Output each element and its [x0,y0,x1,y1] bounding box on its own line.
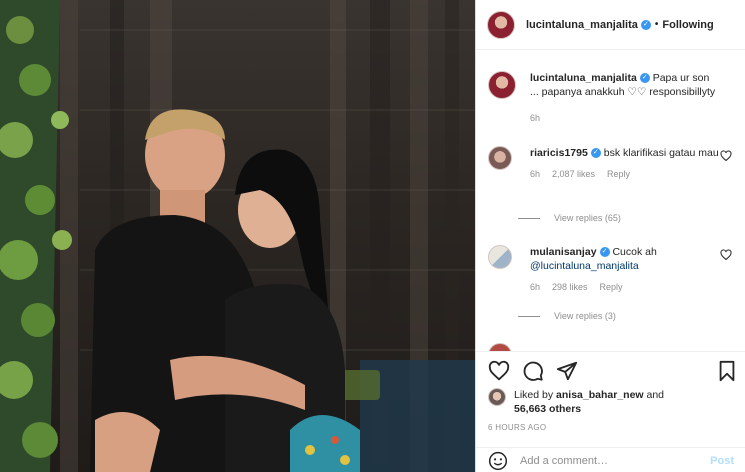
comment-like-heart-icon[interactable] [720,249,732,261]
view-replies-label: View replies (3) [554,311,616,321]
comment-item: mulanisanjay ✓ Cucok ah @lucintaluna_manj… [488,245,738,294]
liked-by-username[interactable]: anisa_bahar_new [556,389,644,401]
author-avatar[interactable] [487,10,515,39]
post-header: lucintaluna_manjalita ✓ • Following [476,0,745,50]
verified-badge-icon: ✓ [599,247,610,258]
comment-username[interactable]: riaricis1795 [530,147,588,159]
post-timestamp[interactable]: 6 HOURS AGO [488,423,546,432]
caption-avatar[interactable] [488,71,516,99]
verified-badge-icon: ✓ [639,73,650,84]
photo-illustration [0,0,475,472]
view-replies-button[interactable]: View replies (3) [518,311,616,321]
comment-text: bsk klarifikasi gatau mau [603,147,719,159]
caption: lucintaluna_manjalita ✓ Papa ur son ... p… [488,71,738,125]
view-replies-label: View replies (65) [554,213,621,223]
emoji-icon[interactable] [488,451,508,471]
replies-divider [518,217,540,219]
liked-by-prefix: Liked by [514,389,554,401]
post-side-panel: lucintaluna_manjalita ✓ • Following luci… [475,0,745,472]
reply-button[interactable]: Reply [607,167,630,181]
comment-username[interactable]: mulanisanjay [530,246,597,258]
reply-button[interactable]: Reply [600,280,623,294]
share-icon[interactable] [556,360,578,382]
comment-text: Cucok ah [612,246,657,258]
post-photo [0,0,475,472]
heart-icon[interactable] [488,360,510,382]
others-count[interactable]: 56,663 others [514,403,581,415]
commenter-avatar[interactable] [488,343,512,351]
comments-section[interactable]: lucintaluna_manjalita ✓ Papa ur son ... p… [476,51,745,351]
comment-mention-link[interactable]: @lucintaluna_manjalita [530,260,639,272]
liker-avatar[interactable] [488,388,506,406]
liked-by-and: and [646,389,665,401]
replies-divider [518,315,540,317]
comment-item-partial [488,343,738,351]
comment-item: riaricis1795 ✓ bsk klarifikasi gatau mau … [488,146,738,181]
caption-time[interactable]: 6h [530,111,540,125]
comment-like-heart-icon[interactable] [720,150,732,162]
comment-likes[interactable]: 2,087 likes [552,167,595,181]
add-comment-bar: Post [476,447,745,472]
bookmark-icon[interactable] [716,360,738,382]
caption-username[interactable]: lucintaluna_manjalita [530,72,637,84]
comment-likes[interactable]: 298 likes [552,280,588,294]
author-username[interactable]: lucintaluna_manjalita [526,19,638,31]
comment-input[interactable] [520,454,690,467]
verified-badge-icon: ✓ [590,148,601,159]
post-actions: Liked by anisa_bahar_new and 56,663 othe… [476,351,745,472]
comment-icon[interactable] [522,360,544,382]
verified-badge-icon: ✓ [640,19,651,30]
separator-dot: • [654,19,659,30]
post-comment-button[interactable]: Post [710,455,734,467]
commenter-avatar[interactable] [488,146,512,170]
comment-time[interactable]: 6h [530,167,540,181]
commenter-avatar[interactable] [488,245,512,269]
comment-time[interactable]: 6h [530,280,540,294]
view-replies-button[interactable]: View replies (65) [518,213,621,223]
likes-summary: Liked by anisa_bahar_new and 56,663 othe… [488,388,738,416]
following-button[interactable]: Following [662,19,713,31]
